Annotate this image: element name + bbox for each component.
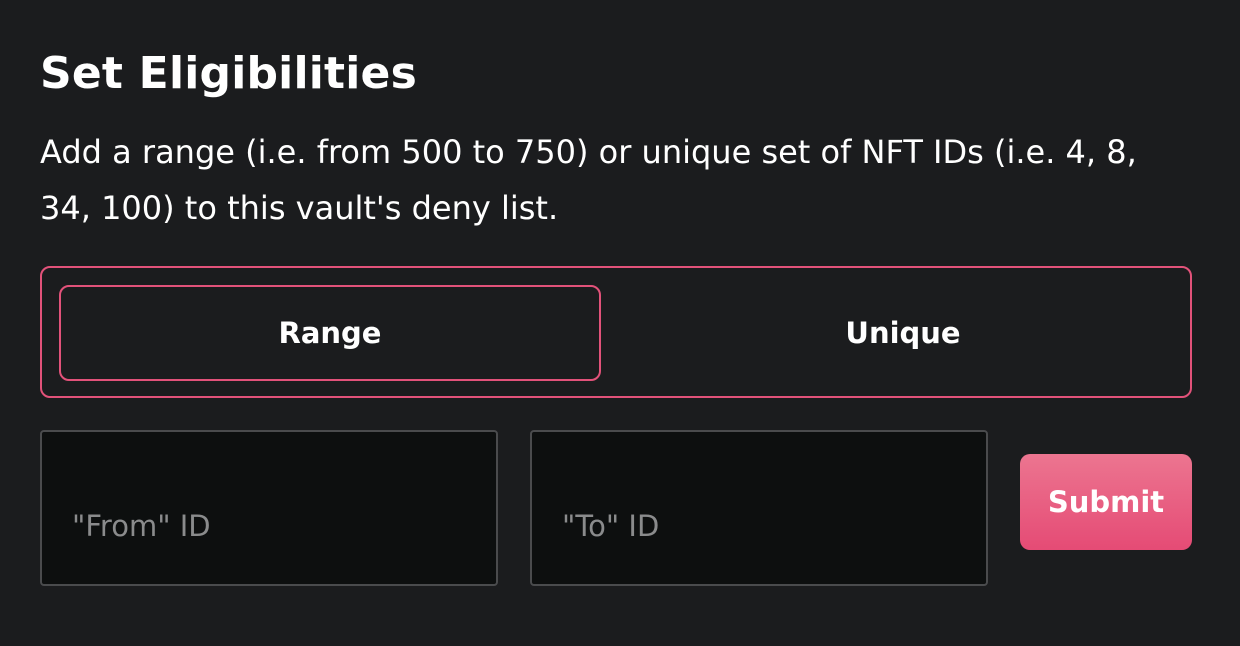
- unique-toggle-label: Unique: [845, 316, 961, 350]
- range-toggle-button[interactable]: Range: [59, 285, 601, 381]
- from-id-input[interactable]: [40, 430, 498, 586]
- page-title: Set Eligibilities: [40, 48, 417, 99]
- unique-toggle-button[interactable]: Unique: [617, 285, 1189, 381]
- range-toggle-label: Range: [278, 316, 382, 350]
- page-description: Add a range (i.e. from 500 to 750) or un…: [40, 133, 1137, 227]
- mode-toggle-group: Range Unique: [40, 266, 1192, 398]
- set-eligibilities-panel: Set Eligibilities Add a range (i.e. from…: [0, 0, 1240, 646]
- to-id-input[interactable]: [530, 430, 988, 586]
- submit-button[interactable]: Submit: [1020, 454, 1192, 550]
